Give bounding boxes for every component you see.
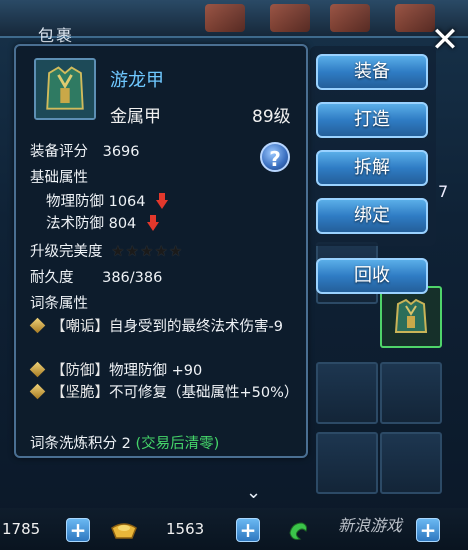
help-button[interactable]: ?: [260, 142, 290, 172]
armor-icon: [34, 58, 96, 120]
score-value: 3696: [102, 144, 140, 160]
dismantle-button[interactable]: 拆解: [316, 150, 428, 186]
affix-line: 【防御】物理防御 +90: [29, 360, 300, 382]
gold-ingot-icon: [111, 523, 137, 539]
bag-title: 包裹: [38, 26, 75, 45]
item-tooltip: 游龙甲 金属甲 89级 装备评分 3696 ? 基础属性 物理防御 1064 法…: [14, 44, 308, 458]
affix-text: 物理防御 +90: [109, 363, 203, 379]
diamond-icon: [29, 317, 46, 334]
affix-text: 不可修复（基础属性+50%）: [109, 385, 299, 401]
bind-button[interactable]: 绑定: [316, 198, 428, 234]
upgrade-row: 升级完美度 ★★★★★: [30, 240, 183, 261]
affix-tag: 【坚脆】: [51, 385, 109, 401]
armor-icon: [394, 298, 428, 333]
currency-value: 1785: [2, 520, 41, 538]
equip-button[interactable]: 装备: [316, 54, 428, 90]
add-gold-button[interactable]: +: [236, 518, 260, 542]
affix-label: 词条属性: [30, 296, 88, 312]
affix-tag: 【防御】: [51, 363, 109, 379]
gold-value: 1563: [166, 520, 205, 538]
gift-icon: [270, 4, 310, 32]
diamond-icon: [29, 383, 46, 400]
affix-line: 【嘲诟】自身受到的最终法术伤害-9: [29, 316, 300, 338]
score-label: 装备评分: [30, 144, 88, 160]
jade-icon: [289, 522, 307, 540]
decrease-arrow-icon: [156, 193, 169, 209]
inventory-slot[interactable]: [380, 286, 442, 348]
star-rating: ★★★★★: [111, 242, 184, 260]
durability-label: 耐久度: [30, 270, 74, 286]
inventory-slot[interactable]: [380, 432, 442, 494]
item-name: 游龙甲: [110, 70, 164, 91]
affix-text: 自身受到的最终法术伤害-9: [109, 319, 283, 335]
refine-row: 词条洗炼积分 2 (交易后清零): [30, 432, 219, 453]
watermark: 新浪游戏: [338, 516, 403, 535]
phys-def-label: 物理防御: [46, 194, 104, 210]
affix-tag: 【嘲诟】: [51, 319, 109, 335]
slot-count: 7: [438, 182, 449, 201]
add-jade-button[interactable]: +: [416, 518, 440, 542]
inventory-slot[interactable]: [316, 432, 378, 494]
phys-def-value: 1064: [108, 194, 146, 210]
gift-icon: [330, 4, 370, 32]
forge-button[interactable]: 打造: [316, 102, 428, 138]
inventory-slot[interactable]: [380, 362, 442, 424]
refine-note: (交易后清零): [135, 436, 220, 452]
magic-def-label: 法术防御: [46, 216, 104, 232]
diamond-icon: [29, 361, 46, 378]
magic-def-value: 804: [108, 216, 137, 232]
base-attr-label: 基础属性: [30, 170, 88, 186]
durability-row: 耐久度 386/386: [30, 266, 162, 287]
item-type: 金属甲: [110, 107, 161, 127]
scroll-down-icon[interactable]: ⌄: [246, 482, 261, 503]
add-currency-button[interactable]: +: [66, 518, 90, 542]
phys-def-row: 物理防御 1064: [46, 190, 169, 211]
decrease-arrow-icon: [146, 215, 159, 231]
item-level: 89级: [252, 107, 291, 127]
durability-value: 386/386: [102, 270, 163, 286]
gift-icon: [205, 4, 245, 32]
score-row: 装备评分 3696: [30, 140, 140, 161]
magic-def-row: 法术防御 804: [46, 212, 159, 233]
refine-label: 词条洗炼积分 2: [30, 436, 131, 452]
upgrade-label: 升级完美度: [30, 244, 103, 260]
affix-line: 【坚脆】不可修复（基础属性+50%）: [29, 382, 300, 404]
inventory-slot[interactable]: [316, 362, 378, 424]
recycle-button[interactable]: 回收: [316, 258, 428, 294]
